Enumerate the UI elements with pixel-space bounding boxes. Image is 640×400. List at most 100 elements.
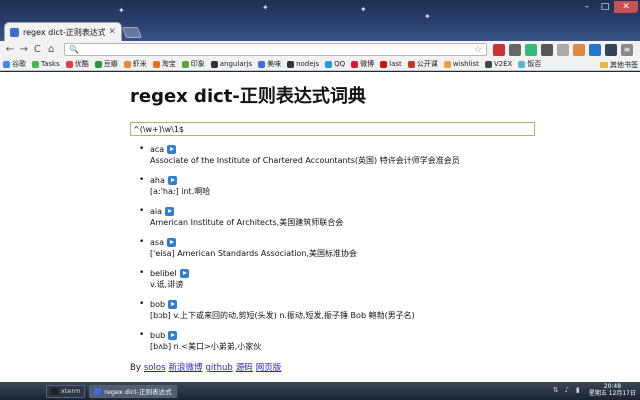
bookmark-favicon-icon (287, 60, 295, 68)
network-icon[interactable]: ⇅ (552, 386, 560, 394)
bookmark-label: 美味 (267, 60, 282, 68)
result-definition: American Institute of Architects,美国建筑师联合… (150, 218, 344, 227)
extension-icon[interactable] (541, 43, 553, 56)
address-bar[interactable]: 🔍 ☆ (64, 43, 487, 56)
bookmark-item[interactable]: nodejs (287, 59, 319, 69)
footer-link[interactable]: github (206, 363, 233, 373)
result-item: aia American Institute of Architects,美国建筑… (139, 206, 540, 228)
result-item: belibel v.诋,诽谤 (139, 268, 540, 290)
bookmark-item[interactable]: 虾米 (123, 59, 147, 69)
minimize-button[interactable]: – (578, 1, 596, 13)
result-definition: [bɔb] v.上下或来回的动,剪短(头发) n.振动,短发,振子锤 Bob 鲍… (150, 311, 415, 320)
bookmark-label: 公开课 (416, 60, 438, 68)
extension-icon[interactable] (509, 43, 521, 56)
page-content: regex dict-正则表达式词典 aca Associate of the I… (130, 82, 540, 373)
battery-icon[interactable]: ▮ (574, 386, 582, 394)
clock-time: 20:48 (603, 383, 622, 390)
bookmark-label: 印象 (190, 60, 205, 68)
play-pronunciation-icon[interactable] (179, 269, 189, 278)
play-pronunciation-icon[interactable] (168, 300, 178, 309)
result-item: bub [bʌb] n.<美口>小弟弟,小家伙 (139, 330, 540, 352)
decor-star: ✦ (424, 12, 431, 21)
result-item: aha [a:'ha:] int.啊哈 (139, 175, 540, 197)
bookmark-favicon-icon (181, 60, 189, 68)
extension-icon[interactable] (525, 43, 537, 56)
bookmark-favicon-icon (407, 60, 415, 68)
extension-icon[interactable] (605, 43, 617, 56)
new-tab-button[interactable] (121, 27, 143, 38)
page-info-icon[interactable]: 🔍 (69, 45, 79, 54)
footer-link[interactable]: 新浪微博 (169, 363, 203, 373)
bookmark-favicon-icon (210, 60, 218, 68)
extension-icon[interactable] (589, 43, 601, 56)
bookmark-item[interactable]: 印象 (181, 59, 205, 69)
regex-input[interactable] (130, 122, 535, 136)
footer-link[interactable]: solos (144, 363, 166, 373)
window-controls: – □ ✕ (578, 1, 638, 13)
maximize-button[interactable]: □ (596, 1, 614, 13)
folder-icon (600, 62, 608, 68)
result-item: asa ['eisa] American Standards Associatio… (139, 237, 540, 259)
taskbar-task[interactable]: regex dict-正则表达式 (89, 384, 177, 398)
extension-icons: ≡ (493, 43, 637, 56)
home-button[interactable]: ⌂ (44, 43, 58, 57)
reload-button[interactable]: C (31, 43, 45, 57)
bookmark-item[interactable]: 谷歌 (3, 59, 26, 69)
bookmark-item[interactable]: V2EX (484, 59, 512, 69)
page-title: regex dict-正则表达式词典 (130, 86, 366, 107)
bookmark-star-icon[interactable]: ☆ (474, 45, 482, 55)
system-tray: ⇅ ♪ ▮ 20:48 星期五 12月17日 (552, 383, 636, 397)
browser-tab[interactable]: regex dict-正则表达式词典 ✕ (4, 22, 122, 41)
bookmark-item[interactable]: Tasks (32, 59, 60, 69)
bookmark-item[interactable]: QQ (325, 59, 345, 69)
bookmark-favicon-icon (325, 60, 333, 68)
result-word: aia (150, 207, 163, 216)
bookmark-item[interactable]: 微博 (351, 59, 374, 69)
play-pronunciation-icon[interactable] (166, 238, 176, 247)
bookmark-item[interactable]: 淘宝 (152, 59, 176, 69)
forward-button[interactable]: → (17, 43, 31, 57)
bookmark-favicon-icon (518, 60, 526, 68)
bookmark-favicon-icon (351, 60, 359, 68)
bookmark-favicon-icon (94, 60, 102, 68)
bookmark-item[interactable]: 饭否 (518, 59, 541, 69)
taskbar-task[interactable]: xterm (46, 384, 86, 398)
extension-icon[interactable] (557, 43, 569, 56)
bookmark-favicon-icon (32, 60, 39, 68)
bookmark-label: 虾米 (132, 60, 147, 68)
result-word-row: aha (150, 175, 540, 186)
clock[interactable]: 20:48 星期五 12月17日 (589, 383, 636, 397)
extension-icon[interactable] (573, 43, 585, 56)
bookmark-label: Tasks (41, 60, 60, 68)
bookmark-item[interactable]: 公开课 (407, 59, 438, 69)
menu-icon[interactable]: ≡ (621, 43, 633, 56)
result-word: aca (150, 145, 165, 154)
play-pronunciation-icon[interactable] (165, 207, 175, 216)
page-footer: By solos 新浪微博 github 源码 网页版 (130, 361, 540, 373)
footer-link[interactable]: 源码 (236, 363, 253, 373)
play-pronunciation-icon[interactable] (168, 331, 178, 340)
bookmark-item[interactable]: 优酷 (65, 59, 89, 69)
tab-close-icon[interactable]: ✕ (108, 27, 116, 37)
bookmark-label: 谷歌 (12, 60, 26, 68)
bookmark-item[interactable]: 美味 (258, 59, 281, 69)
bookmark-item[interactable]: angularjs (210, 59, 252, 69)
play-pronunciation-icon[interactable] (167, 176, 177, 185)
bookmark-item[interactable]: last (380, 59, 402, 69)
back-button[interactable]: ← (3, 43, 17, 57)
other-bookmarks[interactable]: 其他书签 (596, 60, 638, 70)
tab-title: regex dict-正则表达式词典 (23, 27, 106, 37)
volume-icon[interactable]: ♪ (563, 386, 571, 394)
bookmark-label: wishlist (452, 60, 479, 68)
bookmark-item[interactable]: wishlist (443, 59, 479, 69)
bookmark-label: 豆瓣 (103, 60, 118, 68)
result-definition: [bʌb] n.<美口>小弟弟,小家伙 (150, 342, 262, 351)
bookmark-item[interactable]: 豆瓣 (94, 59, 118, 69)
browser-toolbar: ← → C ⌂ 🔍 ☆ ≡ (0, 41, 640, 58)
extension-icon[interactable] (493, 43, 505, 56)
close-window-button[interactable]: ✕ (614, 1, 638, 13)
play-pronunciation-icon[interactable] (167, 145, 177, 154)
footer-link[interactable]: 网页版 (256, 363, 282, 373)
bookmark-favicon-icon (152, 60, 160, 68)
task-label: regex dict-正则表达式 (104, 388, 172, 396)
